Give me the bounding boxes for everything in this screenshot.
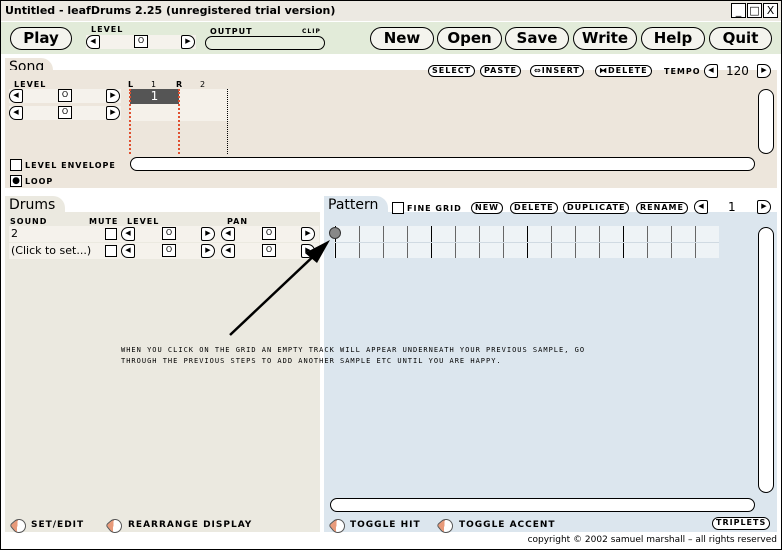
copyright: copyright © 2002 samuel marshall – all r… [527, 535, 777, 545]
mute-checkbox[interactable] [105, 228, 117, 240]
pattern-prev-icon[interactable]: ◀ [694, 200, 708, 214]
level-right-arrow-icon[interactable]: ▶ [181, 35, 195, 49]
left-arrow-icon[interactable]: ◀ [9, 89, 23, 103]
annotation-arrow-icon [229, 240, 330, 336]
pattern-grid[interactable] [334, 226, 719, 258]
new-pattern-button[interactable]: NEW [471, 202, 503, 214]
clip-label: CLIP [302, 28, 321, 35]
duplicate-pattern-button[interactable]: DUPLICATE [563, 202, 630, 214]
close-button[interactable]: X [763, 3, 778, 18]
minimize-button[interactable]: _ [731, 3, 746, 18]
level-knob[interactable]: O [58, 106, 72, 119]
tempo-increase-icon[interactable]: ▶ [757, 64, 771, 78]
right-arrow-icon[interactable]: ▶ [106, 89, 120, 103]
bar-1-label: 1 [151, 80, 158, 89]
level-knob[interactable]: O [134, 35, 148, 48]
song-level-label: LEVEL [14, 80, 47, 89]
pattern-horizontal-scrollbar[interactable] [330, 498, 755, 512]
save-button[interactable]: Save [505, 27, 569, 50]
loop-left-marker[interactable]: L [128, 80, 134, 89]
write-button[interactable]: Write [573, 27, 637, 50]
pattern-vertical-scrollbar[interactable] [758, 227, 774, 493]
loop-label: LOOP [25, 177, 54, 186]
bar-2-label: 2 [200, 80, 207, 89]
mute-header: MUTE [89, 217, 119, 226]
song-horizontal-scrollbar[interactable] [130, 157, 755, 171]
quit-button[interactable]: Quit [709, 27, 772, 50]
delete-pattern-button[interactable]: DELETE [510, 202, 558, 214]
left-arrow-icon[interactable]: ◀ [121, 227, 135, 241]
tempo-label: TEMPO [664, 67, 701, 76]
tempo-value[interactable]: 120 [726, 64, 749, 78]
window-title: Untitled - leafDrums 2.25 (unregistered … [5, 4, 336, 17]
paste-button[interactable]: PASTE [480, 65, 522, 77]
song-vertical-scrollbar[interactable] [758, 89, 774, 154]
level-header: LEVEL [127, 217, 160, 226]
new-button[interactable]: New [370, 27, 434, 50]
loop-right-line [178, 89, 180, 154]
loop-right-marker[interactable]: R [176, 80, 183, 89]
level-knob[interactable]: O [58, 89, 72, 102]
tempo-decrease-icon[interactable]: ◀ [704, 64, 718, 78]
loop-left-line [129, 89, 131, 154]
output-meter [205, 36, 325, 50]
pattern-number: 1 [728, 200, 736, 214]
mute-checkbox[interactable] [105, 245, 117, 257]
pattern-next-icon[interactable]: ▶ [757, 200, 771, 214]
delete-button[interactable]: ⧓DELETE [595, 65, 652, 77]
annotation-line-1: WHEN YOU CLICK ON THE GRID AN EMPTY TRAC… [121, 346, 586, 354]
sound-name[interactable]: (Click to set...) [11, 244, 91, 257]
annotation-text: WHEN YOU CLICK ON THE GRID AN EMPTY TRAC… [121, 345, 585, 367]
fine-grid-label: FINE GRID [407, 204, 462, 213]
open-button[interactable]: Open [437, 27, 502, 50]
left-arrow-icon[interactable]: ◀ [9, 106, 23, 120]
bar-line [227, 89, 228, 154]
maximize-button[interactable]: □ [747, 3, 762, 18]
select-button[interactable]: SELECT [428, 65, 476, 77]
fine-grid-checkbox[interactable] [392, 202, 404, 214]
level-knob[interactable]: O [162, 244, 176, 257]
level-left-arrow-icon[interactable]: ◀ [86, 35, 100, 49]
right-arrow-icon[interactable]: ▶ [201, 227, 215, 241]
toggle-hit-label: TOGGLE HIT [350, 520, 421, 530]
level-label: LEVEL [91, 25, 124, 34]
insert-button[interactable]: ⇔INSERT [530, 65, 584, 77]
loop-checkbox[interactable]: ● [10, 175, 22, 187]
play-button[interactable]: Play [10, 27, 72, 50]
pan-header: PAN [227, 217, 249, 226]
output-label: OUTPUT [210, 27, 253, 36]
level-envelope-label: LEVEL ENVELOPE [25, 161, 116, 170]
help-button[interactable]: Help [641, 27, 705, 50]
sound-name[interactable]: 2 [11, 227, 18, 240]
right-arrow-icon[interactable]: ▶ [106, 106, 120, 120]
title-bar: Untitled - leafDrums 2.25 (unregistered … [1, 1, 781, 21]
triplets-button[interactable]: TRIPLETS [712, 517, 771, 530]
annotation-line-2: THROUGH THE PREVIOUS STEPS TO ADD ANOTHE… [121, 357, 502, 365]
set-edit-label: SET/EDIT [31, 520, 85, 530]
rearrange-display-label: REARRANGE DISPLAY [128, 520, 253, 530]
level-envelope-checkbox[interactable] [10, 159, 22, 171]
sound-header: SOUND [10, 217, 48, 226]
level-knob[interactable]: O [162, 227, 176, 240]
song-pattern-block[interactable]: 1 [130, 89, 179, 104]
pattern-panel [324, 212, 777, 532]
rename-pattern-button[interactable]: RENAME [636, 202, 688, 214]
right-arrow-icon[interactable]: ▶ [201, 244, 215, 258]
left-arrow-icon[interactable]: ◀ [121, 244, 135, 258]
toggle-accent-label: TOGGLE ACCENT [459, 520, 556, 530]
row-divider [334, 242, 719, 243]
